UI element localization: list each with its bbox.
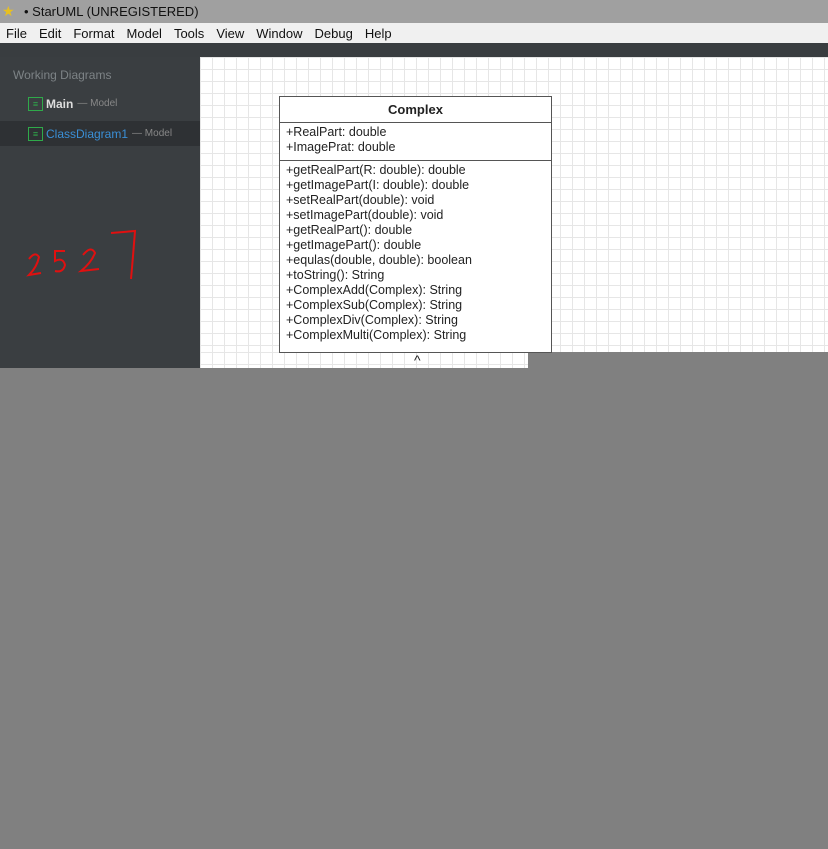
generalization-arrow-icon[interactable]: ^ [414,352,421,368]
operation[interactable]: +getImagePart(I: double): double [286,178,545,193]
operation[interactable]: +equlas(double, double): boolean [286,253,545,268]
attribute[interactable]: +RealPart: double [286,125,545,140]
menu-file[interactable]: File [0,26,33,41]
handwritten-annotation [26,229,137,280]
operation[interactable]: +ComplexMulti(Complex): String [286,328,545,343]
operation[interactable]: +getImagePart(): double [286,238,545,253]
window-title: • StarUML (UNREGISTERED) [24,4,199,19]
sidebar: Working Diagrams ≡ Main — Model ≡ ClassDiag… [0,57,200,368]
operation[interactable]: +ComplexDiv(Complex): String [286,313,545,328]
working-diagrams-header: Working Diagrams [13,68,112,82]
class-box-complex[interactable]: Complex +RealPart: double +ImagePrat: do… [279,96,552,353]
menu-edit[interactable]: Edit [33,26,67,41]
diagram-name: ClassDiagram1 [46,126,129,141]
diagram-name: Main [46,96,74,111]
menu-model[interactable]: Model [121,26,168,41]
menu-view[interactable]: View [210,26,250,41]
menu-help[interactable]: Help [359,26,398,41]
menu-debug[interactable]: Debug [309,26,359,41]
operations-compartment: +getRealPart(R: double): double +getImag… [280,161,551,345]
class-diagram-icon: ≡ [28,96,43,111]
operation[interactable]: +getRealPart(R: double): double [286,163,545,178]
operation[interactable]: +toString(): String [286,268,545,283]
class-name: Complex [280,97,551,123]
menu-tools[interactable]: Tools [168,26,210,41]
diagram-model: — Model [132,128,173,139]
attribute[interactable]: +ImagePrat: double [286,140,545,155]
title-bar: ★ • StarUML (UNREGISTERED) [0,0,828,23]
operation[interactable]: +setRealPart(double): void [286,193,545,208]
menu-bar: File Edit Format Model Tools View Window… [0,23,828,43]
operation[interactable]: +setImagePart(double): void [286,208,545,223]
menu-window[interactable]: Window [250,26,308,41]
diagram-model: — Model [77,98,118,109]
diagram-item-classdiagram1[interactable]: ≡ ClassDiagram1— Model [0,121,200,146]
attributes-compartment: +RealPart: double +ImagePrat: double [280,123,551,161]
diagram-item-main[interactable]: ≡ Main — Model [0,91,200,116]
operation[interactable]: +ComplexSub(Complex): String [286,298,545,313]
operation[interactable]: +ComplexAdd(Complex): String [286,283,545,298]
class-diagram-icon: ≡ [28,126,43,141]
menu-format[interactable]: Format [67,26,120,41]
staruml-logo-icon: ★ [2,3,15,19]
diagram-canvas-lower[interactable] [200,352,528,368]
toolbar [0,43,828,57]
operation[interactable]: +getRealPart(): double [286,223,545,238]
